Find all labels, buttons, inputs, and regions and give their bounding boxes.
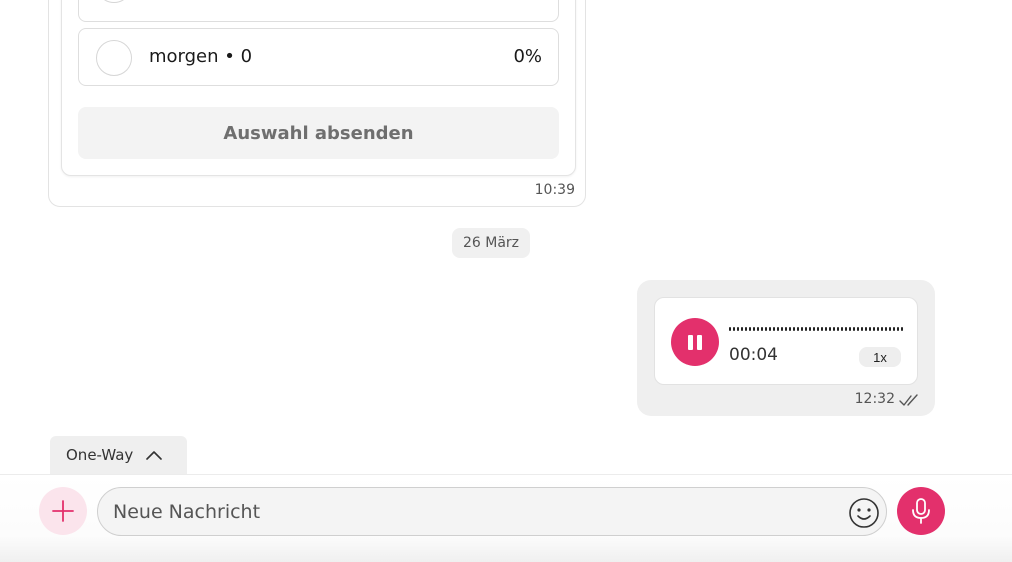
waveform-bar (781, 327, 783, 331)
one-way-label: One-Way (66, 446, 134, 464)
waveform-bar (849, 327, 851, 331)
poll-option-percent: 0% (513, 46, 542, 67)
poll-option-label: morgen • 0 (149, 46, 253, 67)
voice-player: 00:04 1x (654, 297, 918, 385)
waveform-bar (877, 327, 879, 331)
waveform-bar (821, 327, 823, 331)
waveform-bar (793, 327, 795, 331)
waveform-bar (761, 327, 763, 331)
waveform-bar (769, 327, 771, 331)
waveform-bar (733, 327, 735, 331)
waveform-bar (853, 327, 855, 331)
waveform-bar (893, 327, 895, 331)
pause-icon-bar (697, 334, 702, 350)
waveform-bar (813, 327, 815, 331)
voice-message-bubble: 00:04 1x 12:32 (637, 280, 935, 416)
double-check-icon (899, 394, 918, 406)
poll-option[interactable] (78, 0, 559, 22)
waveform-bar (825, 327, 827, 331)
waveform-bar (809, 327, 811, 331)
one-way-toggle[interactable]: One-Way (50, 436, 187, 474)
chevron-up-icon (146, 451, 163, 460)
waveform-bar (741, 327, 743, 331)
poll-option-radio[interactable] (96, 40, 132, 76)
waveform-bar (749, 327, 751, 331)
waveform-bar (829, 327, 831, 331)
plus-icon (52, 500, 74, 522)
message-timestamp: 10:39 (534, 182, 575, 198)
message-composer (0, 474, 1012, 562)
waveform-bar (817, 327, 819, 331)
waveform-bar (777, 327, 779, 331)
voice-duration: 00:04 (729, 345, 778, 365)
waveform-bar (833, 327, 835, 331)
waveform-bar (885, 327, 887, 331)
chat-view: morgen • 0 0% Auswahl absenden 10:39 26 … (0, 0, 1012, 562)
waveform-bar (805, 327, 807, 331)
waveform-bar (753, 327, 755, 331)
waveform-bar (773, 327, 775, 331)
waveform-bar (745, 327, 747, 331)
smiley-icon (849, 498, 879, 528)
message-input-wrapper (97, 487, 887, 536)
waveform-bar (845, 327, 847, 331)
emoji-button[interactable] (848, 497, 880, 529)
waveform-bar (869, 327, 871, 331)
waveform-bar (861, 327, 863, 331)
microphone-icon (912, 498, 930, 524)
playback-speed-button[interactable]: 1x (859, 347, 901, 367)
waveform-bar (729, 327, 731, 331)
submit-poll-button[interactable]: Auswahl absenden (78, 107, 559, 159)
waveform-bar (841, 327, 843, 331)
waveform-bar (889, 327, 891, 331)
waveform-bar (757, 327, 759, 331)
waveform-bar (801, 327, 803, 331)
waveform-bar (797, 327, 799, 331)
waveform-bar (789, 327, 791, 331)
poll-card: morgen • 0 0% Auswahl absenden (61, 0, 576, 176)
poll-option-radio[interactable] (96, 0, 132, 3)
message-input[interactable] (113, 488, 833, 535)
waveform-bar (737, 327, 739, 331)
pause-icon (688, 334, 693, 350)
waveform-bar (881, 327, 883, 331)
poll-option[interactable]: morgen • 0 0% (78, 28, 559, 86)
waveform-bar (901, 327, 903, 331)
record-voice-button[interactable] (897, 487, 945, 535)
date-divider: 26 März (452, 228, 531, 258)
waveform-bar (857, 327, 859, 331)
waveform-bar (785, 327, 787, 331)
poll-message-bubble: morgen • 0 0% Auswahl absenden 10:39 (48, 0, 586, 207)
waveform-bar (765, 327, 767, 331)
pause-button[interactable] (671, 318, 719, 366)
waveform-bar (897, 327, 899, 331)
waveform[interactable] (729, 327, 903, 331)
message-timestamp: 12:32 (854, 391, 895, 407)
waveform-bar (873, 327, 875, 331)
add-attachment-button[interactable] (39, 487, 87, 535)
waveform-bar (837, 327, 839, 331)
waveform-bar (865, 327, 867, 331)
